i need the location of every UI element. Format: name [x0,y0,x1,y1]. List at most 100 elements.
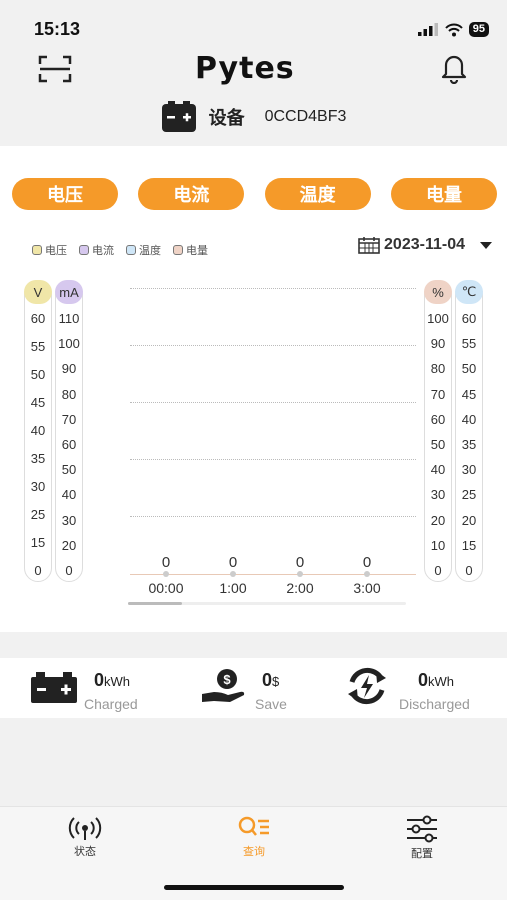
nav-item-query[interactable]: 查询 [224,815,284,859]
summary-charged: 0kWh Charged [30,666,170,712]
data-point[interactable] [163,571,169,577]
data-point[interactable] [230,571,236,577]
axis-tick-current: 30 [61,512,77,528]
legend-voltage[interactable]: 电压 [32,242,67,258]
home-indicator [164,885,344,890]
tab-current[interactable]: 电流 [138,178,245,210]
x-tick-label: 00:00 [148,580,184,596]
axis-unit-temperature: ℃ [455,280,483,304]
chart-scroll-thumb[interactable] [128,602,182,605]
axis-unit-current: mA [55,280,83,304]
axis-tick-current: 40 [61,487,77,503]
axis-tick-current: 110 [58,311,80,326]
axis-tick-temperature: 35 [461,437,477,452]
axis-unit-capacity: % [424,280,452,304]
legend-capacity[interactable]: 电量 [173,242,208,258]
chart-card: 电压 电流 温度 电量 电压 电流 温度 电量 2023-11-04 V 60 … [0,146,507,632]
axis-tick-voltage: 0 [34,563,42,578]
money-hand-icon: $ [202,669,245,702]
x-tick-label: 2:00 [286,580,314,596]
axis-tick-temperature: 0 [465,563,473,578]
axis-tick-capacity: 40 [430,462,446,478]
axis-tick-capacity: 100 [427,311,449,326]
wifi-icon [445,23,463,36]
axis-tick-capacity: 30 [430,487,446,503]
app-logo: Pytes [195,51,295,86]
charged-unit: kWh [104,674,131,689]
axis-tick-capacity: 60 [430,411,446,427]
tab-temperature[interactable]: 温度 [264,178,371,210]
nav-item-config[interactable]: 配置 [392,815,452,861]
x-tick-label: 1:00 [219,580,247,596]
signal-icon [417,22,438,36]
sliders-icon [407,815,437,843]
svg-text:$: $ [223,672,231,687]
axis-tick-capacity: 80 [430,361,446,377]
axis-tick-voltage: 60 [30,311,46,326]
axis-tick-temperature: 50 [461,361,477,377]
grid-line [130,288,416,289]
axis-tick-voltage: 45 [30,395,46,410]
axis-unit-voltage: V [24,280,52,304]
date-picker[interactable]: 2023-11-04 [358,236,495,254]
axis-tick-capacity: 20 [430,512,446,528]
axis-tick-capacity: 10 [430,537,446,553]
axis-tick-voltage: 50 [30,367,46,382]
app-header: Pytes [0,46,507,96]
axis-tick-voltage: 25 [30,507,46,522]
axis-voltage: V 60 55 50 45 40 35 30 25 15 0 [24,280,52,582]
axis-tick-capacity: 90 [430,336,446,352]
axis-tick-current: 60 [61,437,77,452]
grid-line [130,516,416,517]
chart-baseline [130,574,416,575]
axis-tick-voltage: 40 [30,423,46,438]
tab-voltage[interactable]: 电压 [12,178,118,210]
axis-tick-voltage: 35 [30,451,46,466]
nav-label-query: 查询 [243,846,265,858]
axis-tick-capacity: 0 [434,563,442,578]
data-point[interactable] [297,571,303,577]
scan-icon[interactable] [38,54,72,84]
status-bar: 15:13 95 [0,0,507,46]
data-point[interactable] [364,571,370,577]
legend-swatch-voltage [32,245,42,255]
axis-tick-temperature: 55 [461,336,477,352]
tab-capacity[interactable]: 电量 [390,178,497,210]
nav-label-config: 配置 [411,848,433,860]
axis-current: mA 110 100 90 80 70 60 50 40 30 20 0 [55,280,83,582]
axis-tick-current: 50 [61,462,77,478]
summary-save: $ 0$ Save [200,666,310,712]
legend-current[interactable]: 电流 [79,242,114,258]
axis-tick-current: 100 [58,336,80,352]
legend-label-temperature: 温度 [139,245,161,257]
data-label: 0 [161,554,171,571]
nav-item-status[interactable]: 状态 [55,815,115,859]
data-label: 0 [228,554,238,571]
axis-tick-temperature: 25 [461,487,477,503]
axis-tick-temperature: 40 [461,411,477,427]
axis-temperature: ℃ 60 55 50 45 40 35 30 25 20 15 0 [455,280,483,582]
save-value: 0 [262,670,273,690]
discharged-value: 0 [418,670,429,690]
legend-temperature[interactable]: 温度 [126,242,161,258]
summary-discharged: 0kWh Discharged [344,666,494,712]
legend-label-current: 电流 [92,245,114,257]
legend-swatch-capacity [173,245,183,255]
legend-label-voltage: 电压 [45,245,67,257]
axis-tick-current: 90 [61,361,77,377]
axis-tick-temperature: 20 [461,512,477,528]
axis-tick-capacity: 70 [430,386,446,402]
battery-indicator: 95 [468,22,489,37]
save-value-line: 0$ [262,670,279,691]
chart-scrollbar[interactable] [128,602,406,605]
charged-label: Charged [84,696,138,712]
axis-tick-voltage: 30 [30,479,46,494]
axis-tick-current: 0 [65,563,73,578]
grid-line [130,402,416,403]
axis-tick-current: 80 [61,386,77,402]
data-label: 0 [295,554,305,571]
bell-icon[interactable] [439,52,469,84]
battery-device-icon [161,101,196,132]
device-row[interactable]: 设备 0CCD4BF3 [0,96,507,138]
discharged-value-line: 0kWh [418,670,454,691]
